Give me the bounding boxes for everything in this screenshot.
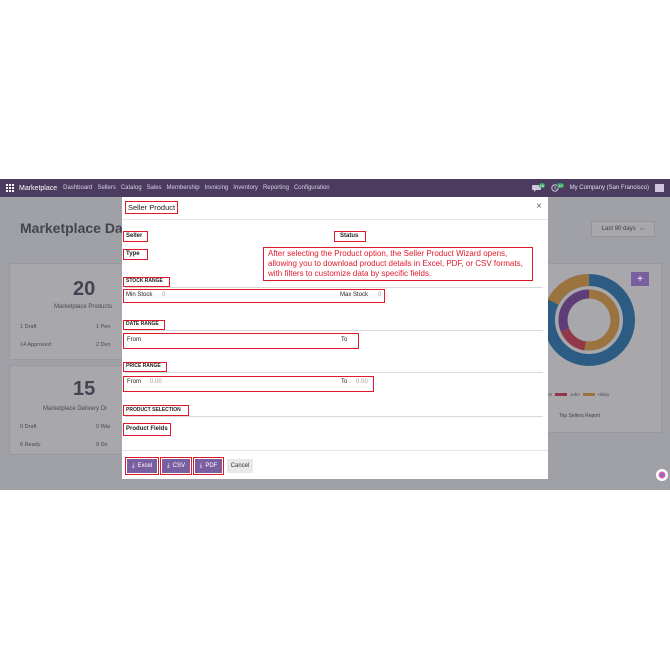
top-navbar: Marketplace Dashboard Sellers Catalog Sa… <box>0 179 670 197</box>
max-stock-label: Max Stock <box>340 292 369 298</box>
date-to-label: To <box>341 337 348 343</box>
pdf-button-label: PDF <box>205 463 218 469</box>
pdf-button[interactable]: ⤓ PDF <box>193 457 224 475</box>
activity-icon[interactable]: 13 <box>551 183 564 192</box>
menu-invoicing[interactable]: Invoicing <box>205 185 229 191</box>
date-from-label: From <box>127 337 141 343</box>
user-avatar[interactable] <box>655 184 664 192</box>
date-divider <box>125 330 543 331</box>
assistant-icon[interactable] <box>656 469 668 481</box>
download-icon: ⤓ <box>199 462 203 469</box>
dialog-title: Seller Product <box>125 201 179 214</box>
excel-button[interactable]: ⤓ Excel <box>125 457 159 475</box>
cancel-button[interactable]: Cancel <box>227 459 253 473</box>
add-report-button[interactable]: + <box>631 272 649 286</box>
product-divider <box>125 416 543 417</box>
header-divider <box>122 219 548 220</box>
date-row-annotation <box>123 333 359 349</box>
download-icon: ⤓ <box>167 462 170 469</box>
seller-label: Seller <box>126 232 143 239</box>
price-section-title: PRICE RANGE <box>126 363 161 369</box>
navbar-right: 16 13 My Company (San Francisco) <box>531 179 664 197</box>
apps-grid-icon[interactable] <box>4 182 16 194</box>
menu-membership[interactable]: Membership <box>167 185 200 191</box>
close-icon[interactable]: × <box>536 201 542 212</box>
annotation-note: After selecting the Product option, the … <box>263 247 533 281</box>
footer-divider <box>122 450 548 451</box>
stock-divider <box>125 287 543 288</box>
price-divider <box>125 372 543 373</box>
type-label: Type <box>126 250 140 257</box>
csv-button[interactable]: ⤓ CSV <box>160 457 192 475</box>
menu-reporting[interactable]: Reporting <box>263 185 289 191</box>
menu-configuration[interactable]: Configuration <box>294 185 330 191</box>
date-section-title: DATE RANGE <box>126 321 159 327</box>
price-to-label: To <box>341 379 348 385</box>
activity-badge: 13 <box>557 183 564 188</box>
product-fields-label: Product Fields <box>126 425 168 432</box>
min-stock-label: Min Stock <box>126 292 153 298</box>
menu-catalog[interactable]: Catalog <box>121 185 142 191</box>
excel-button-label: Excel <box>137 463 153 469</box>
min-stock-input[interactable]: 0 <box>162 292 165 298</box>
menu-dashboard[interactable]: Dashboard <box>63 185 92 191</box>
csv-button-label: CSV <box>172 463 185 469</box>
max-stock-input[interactable]: 0 <box>378 292 381 298</box>
menu-sales[interactable]: Sales <box>147 185 162 191</box>
download-icon: ⤓ <box>131 462 135 469</box>
seller-product-dialog: Seller Product × Seller Status Type Afte… <box>122 197 548 479</box>
app-brand[interactable]: Marketplace <box>19 185 57 192</box>
chat-icon[interactable]: 16 <box>531 183 546 192</box>
menu-sellers[interactable]: Sellers <box>98 185 116 191</box>
price-from-input[interactable]: 0.00 <box>150 379 162 385</box>
status-label: Status <box>340 232 359 239</box>
company-switcher[interactable]: My Company (San Francisco) <box>570 185 649 191</box>
price-from-label: From <box>127 379 141 385</box>
stock-section-title: STOCK RANGE <box>126 278 163 284</box>
price-to-input[interactable]: 0.00 <box>356 379 368 385</box>
product-section-title: PRODUCT SELECTION <box>126 407 181 413</box>
chat-badge: 16 <box>538 183 546 188</box>
menu-inventory[interactable]: Inventory <box>233 185 258 191</box>
